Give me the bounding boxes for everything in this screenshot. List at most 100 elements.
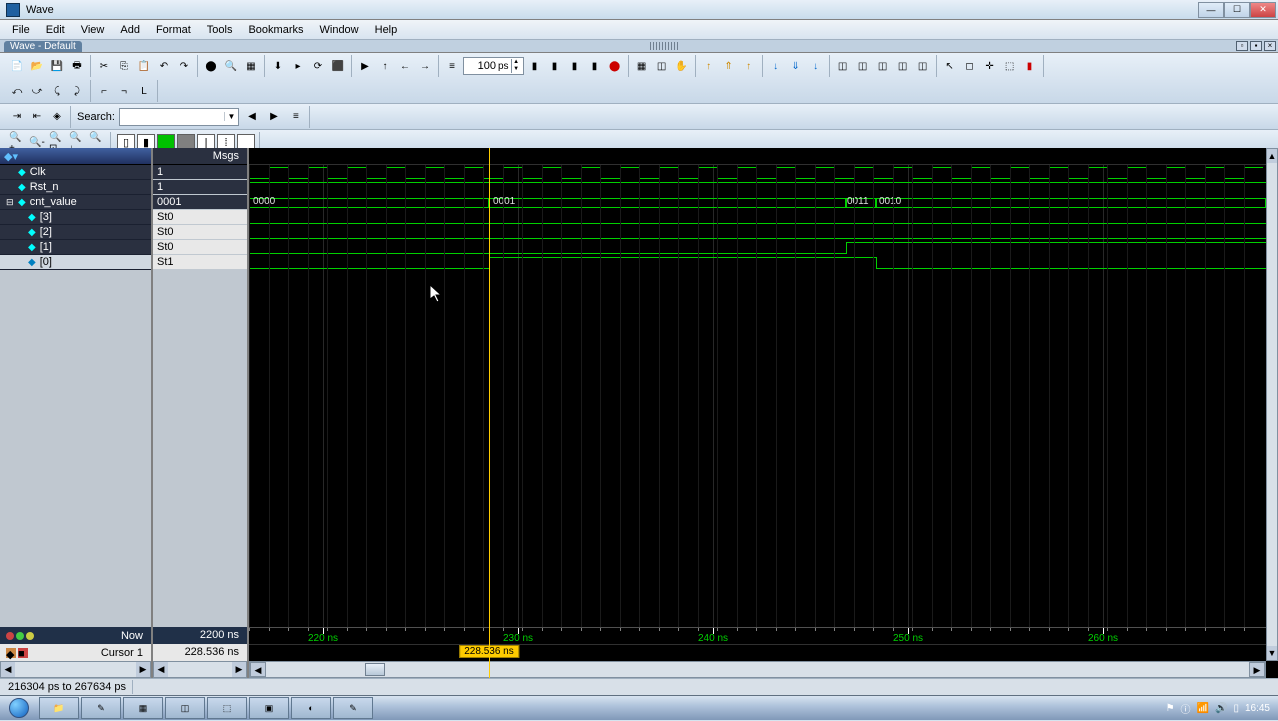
next-edge-icon[interactable]: ⤻	[28, 82, 46, 100]
signal-row-bit0[interactable]: ◆[0]	[0, 255, 151, 270]
names-scrollbar[interactable]: ◀ ▶	[0, 661, 151, 678]
save-icon[interactable]: 💾	[48, 57, 66, 75]
insert-marker-icon[interactable]: ⇤	[28, 108, 46, 126]
task-app7[interactable]: ✎	[333, 697, 373, 719]
hand-icon[interactable]: ✋	[673, 57, 691, 75]
maximize-button[interactable]: ☐	[1224, 2, 1250, 18]
menu-help[interactable]: Help	[367, 22, 406, 38]
collapse-icon[interactable]: ⊟	[6, 197, 16, 208]
layout1-icon[interactable]: ◫	[834, 57, 852, 75]
menu-edit[interactable]: Edit	[38, 22, 73, 38]
wave-vscrollbar[interactable]: ▲ ▼	[1266, 148, 1278, 661]
tab-drag-handle[interactable]	[650, 42, 680, 50]
new-file-icon[interactable]: 📄	[8, 57, 26, 75]
stop-red-icon[interactable]: ⬤	[606, 57, 624, 75]
scroll-right-icon[interactable]: ▶	[1249, 662, 1265, 677]
menu-file[interactable]: File	[4, 22, 38, 38]
signal-row-rstn[interactable]: ◆Rst_n	[0, 180, 151, 195]
signal-row-bit3[interactable]: ◆[3]	[0, 210, 151, 225]
arrow-dn1-icon[interactable]: ↓	[767, 57, 785, 75]
menu-add[interactable]: Add	[112, 22, 148, 38]
signal-row-bit2[interactable]: ◆[2]	[0, 225, 151, 240]
print-icon[interactable]: 🖶	[68, 57, 86, 75]
edge1-icon[interactable]: ⌐	[95, 82, 113, 100]
layout2-icon[interactable]: ◫	[854, 57, 872, 75]
scroll-up-icon[interactable]: ▲	[1267, 149, 1277, 163]
copy-icon[interactable]: ⎘	[115, 57, 133, 75]
menu-format[interactable]: Format	[148, 22, 199, 38]
step-back-icon[interactable]: ←	[396, 57, 414, 75]
tray-clock[interactable]: 16:45	[1245, 703, 1270, 714]
signal-led-icon[interactable]: ▮	[1021, 57, 1039, 75]
cut-icon[interactable]: ✂	[95, 57, 113, 75]
scroll-left-icon[interactable]: ◀	[154, 662, 168, 677]
edge2-icon[interactable]: ¬	[115, 82, 133, 100]
tray-vol-icon[interactable]: 🔊	[1215, 703, 1227, 714]
step-up-icon[interactable]: ↑	[376, 57, 394, 75]
signal-group-icon[interactable]: ◆▾	[4, 150, 18, 163]
task-explorer[interactable]: 📁	[39, 697, 79, 719]
task-app2[interactable]: ▦	[123, 697, 163, 719]
search-dropdown-icon[interactable]: ▼	[224, 112, 238, 121]
time-step-input[interactable]: ps ▲▼	[463, 57, 524, 75]
restart-icon[interactable]: ⟳	[309, 57, 327, 75]
break-all-icon[interactable]: ▮	[586, 57, 604, 75]
layout-icon[interactable]: ▦	[242, 57, 260, 75]
tray-net-icon[interactable]: 📶	[1197, 703, 1209, 714]
search-next-icon[interactable]: ▶	[265, 108, 283, 126]
task-app3[interactable]: ◫	[165, 697, 205, 719]
layout5-icon[interactable]: ◫	[914, 57, 932, 75]
wave-hscrollbar[interactable]: ◀ ▶	[249, 661, 1266, 678]
prev-fall-icon[interactable]: ⤹	[48, 82, 66, 100]
time-ruler[interactable]: 220 ns230 ns240 ns250 ns260 ns	[249, 627, 1266, 644]
scroll-right-icon[interactable]: ▶	[232, 662, 246, 677]
run-icon[interactable]: ▶	[356, 57, 374, 75]
arrow-dn2-icon[interactable]: ⇓	[787, 57, 805, 75]
tray-power-icon[interactable]: ▯	[1233, 703, 1239, 714]
step-fwd-icon[interactable]: →	[416, 57, 434, 75]
arrow-up3-icon[interactable]: ↑	[740, 57, 758, 75]
task-app1[interactable]: ✎	[81, 697, 121, 719]
menu-window[interactable]: Window	[312, 22, 367, 38]
paste-icon[interactable]: 📋	[135, 57, 153, 75]
break-icon[interactable]: ⬇	[269, 57, 287, 75]
task-app4[interactable]: ⬚	[207, 697, 247, 719]
values-scrollbar[interactable]: ◀ ▶	[153, 661, 247, 678]
format-icon[interactable]: ≡	[443, 57, 461, 75]
close-button[interactable]: ✕	[1250, 2, 1276, 18]
redo-icon[interactable]: ↷	[175, 57, 193, 75]
signal-row-bit1[interactable]: ◆[1]	[0, 240, 151, 255]
insert-cursor-icon[interactable]: ⇥	[8, 108, 26, 126]
task-app6[interactable]: ◐	[291, 697, 331, 719]
time-value-field[interactable]	[466, 60, 496, 72]
continue-icon[interactable]: ▮	[566, 57, 584, 75]
open-icon[interactable]: 📂	[28, 57, 46, 75]
select-icon[interactable]: ◻	[961, 57, 979, 75]
layout4-icon[interactable]: ◫	[894, 57, 912, 75]
menu-view[interactable]: View	[73, 22, 113, 38]
system-tray[interactable]: ⚑ ⓘ 📶 🔊 ▯ 16:45	[1166, 701, 1278, 716]
arrow-up1-icon[interactable]: ↑	[700, 57, 718, 75]
scroll-left-icon[interactable]: ◀	[1, 662, 15, 677]
tray-flag-icon[interactable]: ⚑	[1166, 703, 1175, 714]
dataflow-icon[interactable]: ◫	[653, 57, 671, 75]
cursor-ruler[interactable]: 228.536 ns	[249, 644, 1266, 661]
undo-icon[interactable]: ↶	[155, 57, 173, 75]
find-icon[interactable]: 🔍	[222, 57, 240, 75]
tab-wave-default[interactable]: Wave - Default	[4, 41, 82, 52]
menu-bookmarks[interactable]: Bookmarks	[240, 22, 311, 38]
mem-icon[interactable]: ▦	[633, 57, 651, 75]
zoom-area-icon[interactable]: ⬚	[1001, 57, 1019, 75]
tray-info-icon[interactable]: ⓘ	[1181, 701, 1191, 716]
crosshair-icon[interactable]: ✛	[981, 57, 999, 75]
tab-restore-icon[interactable]: ▫	[1236, 41, 1248, 51]
minimize-button[interactable]: —	[1198, 2, 1224, 18]
search-input[interactable]: ▼	[119, 108, 239, 126]
prev-edge-icon[interactable]: ⤺	[8, 82, 26, 100]
wave-canvas[interactable]: 0000 0001 0011 0010	[249, 165, 1266, 627]
tab-close-icon[interactable]: ×	[1264, 41, 1276, 51]
next-fall-icon[interactable]: ⤸	[68, 82, 86, 100]
step-icon[interactable]: ▸	[289, 57, 307, 75]
cursor-icon[interactable]: ↖	[941, 57, 959, 75]
stop-icon[interactable]: ⬛	[329, 57, 347, 75]
